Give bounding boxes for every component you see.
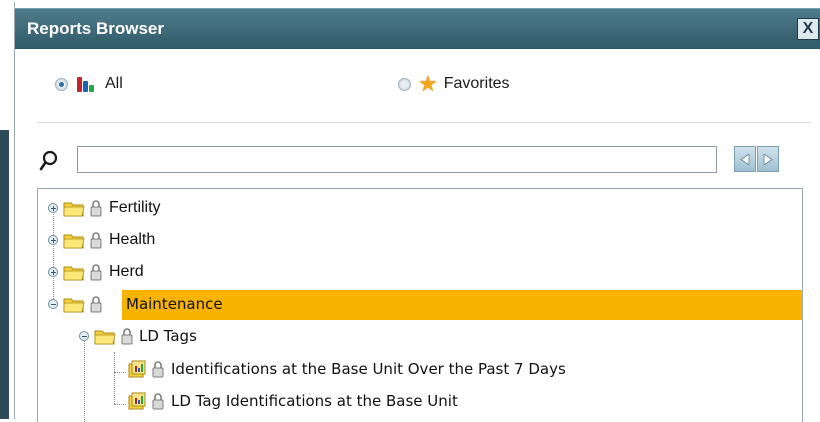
tree-item-maintenance[interactable]: Maintenance bbox=[38, 290, 802, 320]
background-window-frame bbox=[0, 130, 9, 419]
filter-favorites-option[interactable]: ★ Favorites bbox=[398, 70, 510, 98]
tree-item-label: Maintenance bbox=[126, 295, 223, 313]
lock-icon bbox=[152, 393, 164, 410]
tree-item-fertility[interactable]: Fertility bbox=[38, 194, 802, 224]
arrow-left-icon bbox=[740, 154, 750, 165]
tree-item-label: Identifications at the Base Unit Over th… bbox=[171, 360, 566, 378]
next-button[interactable] bbox=[757, 146, 779, 172]
previous-button[interactable] bbox=[734, 146, 756, 172]
lock-icon bbox=[90, 296, 102, 313]
tree-item-label: LD Tags bbox=[139, 327, 197, 345]
tree-item-label: LD Tag Identifications at the Base Unit bbox=[171, 392, 458, 410]
close-button[interactable]: X bbox=[797, 18, 819, 40]
filter-all-label: All bbox=[105, 75, 123, 92]
close-icon: X bbox=[802, 20, 814, 37]
lock-icon bbox=[152, 361, 164, 378]
lock-icon bbox=[90, 200, 102, 217]
expand-icon[interactable] bbox=[48, 267, 58, 277]
lock-icon bbox=[121, 328, 133, 345]
selection-highlight bbox=[122, 290, 802, 320]
folder-icon bbox=[63, 266, 85, 281]
tree-item-label: Fertility bbox=[109, 199, 161, 216]
tree-item-herd[interactable]: Herd bbox=[38, 258, 802, 288]
lock-icon bbox=[90, 264, 102, 281]
report-icon bbox=[128, 360, 146, 378]
tree-item-label: Herd bbox=[109, 263, 144, 280]
reports-tree: Fertility Health Herd Maintenance LD Tag… bbox=[37, 188, 803, 422]
star-icon: ★ bbox=[418, 71, 438, 96]
tree-item-report[interactable]: LD Tag Identifications at the Base Unit bbox=[38, 387, 802, 417]
folder-icon bbox=[63, 298, 85, 313]
window-title: Reports Browser bbox=[27, 19, 164, 38]
search-icon bbox=[39, 150, 58, 171]
tree-item-health[interactable]: Health bbox=[38, 226, 802, 256]
expand-icon[interactable] bbox=[48, 203, 58, 213]
arrow-right-icon bbox=[763, 154, 773, 165]
tree-item-ld-tags[interactable]: LD Tags bbox=[38, 322, 802, 352]
tree-item-report[interactable]: Identifications at the Base Unit Over th… bbox=[38, 355, 802, 385]
favorites-radio[interactable] bbox=[398, 77, 411, 91]
title-bar[interactable]: Reports Browser X bbox=[15, 8, 820, 49]
collapse-icon[interactable] bbox=[79, 331, 89, 341]
divider bbox=[37, 122, 811, 123]
folder-icon bbox=[63, 202, 85, 217]
reports-browser-dialog: Reports Browser X All ★ Favorites Fertil… bbox=[14, 2, 820, 422]
filter-favorites-label: Favorites bbox=[443, 75, 510, 92]
bars-chart-icon bbox=[75, 74, 97, 94]
expand-icon[interactable] bbox=[48, 235, 58, 245]
folder-icon bbox=[94, 330, 116, 345]
report-icon bbox=[128, 392, 146, 410]
search-input[interactable] bbox=[77, 146, 717, 173]
all-radio[interactable] bbox=[55, 77, 68, 91]
filter-all-option[interactable]: All bbox=[55, 70, 123, 98]
tree-item-label: Health bbox=[109, 231, 156, 248]
lock-icon bbox=[90, 232, 102, 249]
folder-icon bbox=[63, 234, 85, 249]
collapse-icon[interactable] bbox=[48, 299, 58, 309]
